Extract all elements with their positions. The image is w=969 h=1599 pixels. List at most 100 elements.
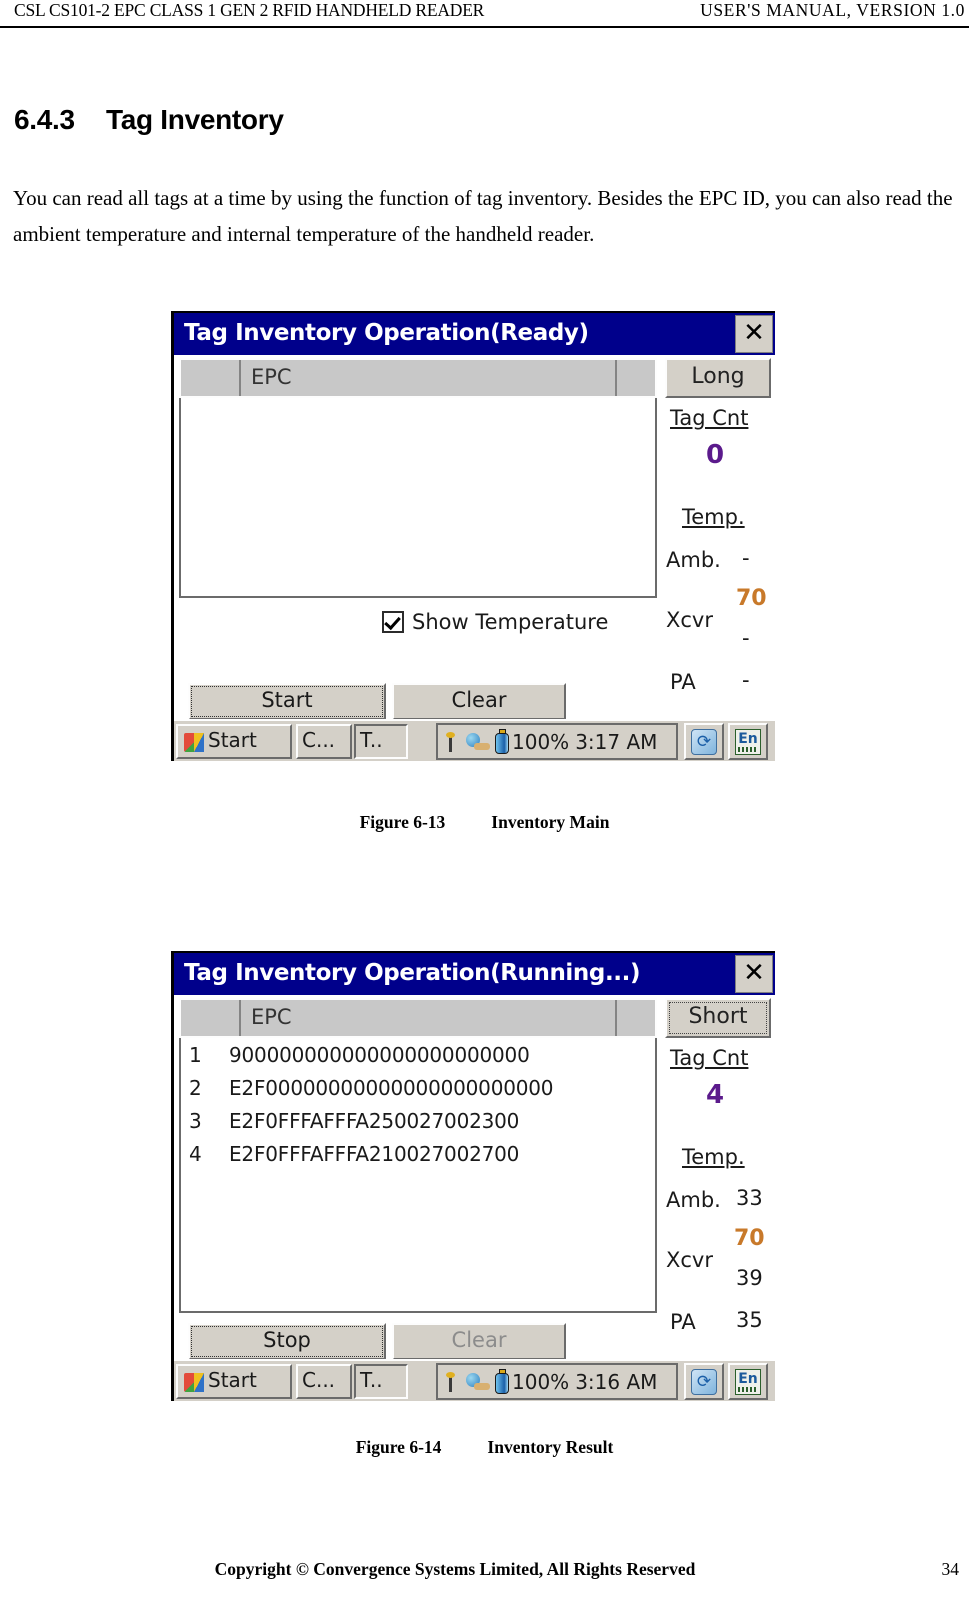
stop-button[interactable]: Stop <box>188 1323 386 1360</box>
column-header-index[interactable] <box>181 1000 241 1036</box>
tag-count-value: 4 <box>706 1080 725 1110</box>
refresh-tray-button[interactable]: ⟳ <box>684 1363 724 1400</box>
clear-button: Clear <box>392 1323 566 1360</box>
figure-inventory-main-screenshot: Tag Inventory Operation(Ready) ✕ EPC Lon… <box>171 311 775 761</box>
start-button[interactable]: Start <box>188 683 386 720</box>
tag-row-epc: 900000000000000000000000 <box>229 1042 530 1067</box>
page-title: 6.4.3 Tag Inventory <box>14 104 284 136</box>
table-row[interactable]: 2 E2F00000000000000000000000 <box>181 1071 655 1104</box>
column-header-index[interactable] <box>181 360 241 396</box>
tag-count-value: 0 <box>706 440 725 470</box>
network-icon <box>464 1370 492 1394</box>
body-paragraph: You can read all tags at a time by using… <box>13 186 953 246</box>
start-menu-button[interactable]: Start <box>176 724 292 759</box>
battery-icon <box>494 728 511 755</box>
xcvr-temp-label: Xcvr <box>666 1248 713 1272</box>
column-header-epc[interactable]: EPC <box>241 1000 617 1036</box>
xcvr-temp-label: Xcvr <box>666 608 713 632</box>
network-icon <box>464 730 492 754</box>
battery-percent: 100% <box>512 1369 570 1394</box>
ambient-temp-label: Amb. <box>666 1188 721 1212</box>
windows-flag-icon <box>184 1373 204 1392</box>
info-panel: Short Tag Cnt 4 Temp. Amb. 33 70 Xcvr 39… <box>664 998 772 1343</box>
tag-list-header: EPC <box>179 358 657 398</box>
figure-caption-2: Figure 6-14 Inventory Result <box>0 1437 969 1458</box>
section-title: Tag Inventory <box>106 104 284 135</box>
pa-temp-label: PA <box>670 670 696 694</box>
figure-caption-1-text: Inventory Main <box>491 812 610 832</box>
input-method-tray-button[interactable]: En <box>728 723 768 760</box>
header-right-text: USER'S MANUAL, VERSION 1.0 <box>700 0 965 20</box>
window-title: Tag Inventory Operation(Running...) <box>184 960 641 986</box>
close-icon[interactable]: ✕ <box>735 315 773 353</box>
temperature-label: Temp. <box>682 505 745 529</box>
window-titlebar: Tag Inventory Operation(Ready) ✕ <box>174 313 775 355</box>
column-header-spacer <box>617 360 655 396</box>
header-divider-rule <box>0 26 969 28</box>
tag-list-body[interactable]: 1 900000000000000000000000 2 E2F00000000… <box>179 1038 657 1313</box>
taskbar-task-1[interactable]: C... <box>296 1364 352 1399</box>
page-footer: Copyright © Convergence Systems Limited,… <box>0 1559 969 1585</box>
pa-temp-value: - <box>742 668 750 692</box>
xcvr-temp-value-bottom: 39 <box>736 1266 763 1290</box>
tag-row-index: 2 <box>189 1075 202 1100</box>
copyright-text: Copyright © Convergence Systems Limited,… <box>214 1559 696 1579</box>
window-title: Tag Inventory Operation(Ready) <box>184 320 589 346</box>
column-header-epc[interactable]: EPC <box>241 360 617 396</box>
input-method-icon: En <box>735 1369 761 1395</box>
clear-button[interactable]: Clear <box>392 683 566 720</box>
table-row[interactable]: 3 E2F0FFFAFFFA250027002300 <box>181 1104 655 1137</box>
tag-row-epc: E2F0FFFAFFFA250027002300 <box>229 1108 520 1133</box>
tag-list-body[interactable] <box>179 398 657 598</box>
range-mode-button[interactable]: Short <box>665 998 771 1038</box>
clock: 3:17 AM <box>575 729 658 754</box>
temperature-label: Temp. <box>682 1145 745 1169</box>
refresh-icon: ⟳ <box>691 729 717 755</box>
system-tray[interactable]: 100% 3:17 AM <box>436 723 678 760</box>
show-temperature-label: Show Temperature <box>412 610 609 634</box>
ambient-temp-value: 33 <box>736 1186 763 1210</box>
xcvr-temp-value-top: 70 <box>736 586 767 611</box>
battery-percent: 100% <box>512 729 570 754</box>
range-mode-button[interactable]: Long <box>665 358 771 398</box>
taskbar-task-1[interactable]: C... <box>296 724 352 759</box>
table-row[interactable]: 1 900000000000000000000000 <box>181 1038 655 1071</box>
tag-row-index: 1 <box>189 1042 202 1067</box>
column-header-spacer <box>617 1000 655 1036</box>
checkbox-icon[interactable] <box>382 611 404 633</box>
pa-temp-value: 35 <box>736 1308 763 1332</box>
close-icon[interactable]: ✕ <box>735 955 773 993</box>
figure-caption-2-label: Figure 6-14 <box>355 1437 442 1457</box>
tag-count-label: Tag Cnt <box>670 1046 749 1070</box>
tag-row-index: 4 <box>189 1141 202 1166</box>
refresh-tray-button[interactable]: ⟳ <box>684 723 724 760</box>
antenna-icon <box>442 730 462 754</box>
xcvr-temp-value-bottom: - <box>742 626 750 650</box>
window-titlebar: Tag Inventory Operation(Running...) ✕ <box>174 953 775 995</box>
clock: 3:16 AM <box>575 1369 658 1394</box>
figure-caption-1-label: Figure 6-13 <box>359 812 446 832</box>
info-panel: Long Tag Cnt 0 Temp. Amb. - 70 Xcvr - PA… <box>664 358 772 703</box>
start-menu-button[interactable]: Start <box>176 1364 292 1399</box>
start-menu-label: Start <box>208 1368 257 1392</box>
section-number: 6.4.3 <box>14 104 75 135</box>
figure-caption-2-text: Inventory Result <box>487 1437 614 1457</box>
show-temperature-checkbox-row[interactable]: Show Temperature <box>382 610 608 634</box>
tag-row-index: 3 <box>189 1108 202 1133</box>
taskbar-task-2[interactable]: T.. <box>354 724 408 759</box>
tag-list-header: EPC <box>179 998 657 1038</box>
antenna-icon <box>442 1370 462 1394</box>
start-menu-label: Start <box>208 728 257 752</box>
system-tray[interactable]: 100% 3:16 AM <box>436 1363 678 1400</box>
ambient-temp-label: Amb. <box>666 548 721 572</box>
refresh-icon: ⟳ <box>691 1369 717 1395</box>
taskbar: Start C... T.. 100% 3:17 AM ⟳ En <box>174 719 775 761</box>
input-method-tray-button[interactable]: En <box>728 1363 768 1400</box>
windows-flag-icon <box>184 733 204 752</box>
tag-row-epc: E2F0FFFAFFFA210027002700 <box>229 1141 520 1166</box>
figure-inventory-result-screenshot: Tag Inventory Operation(Running...) ✕ EP… <box>171 951 775 1401</box>
table-row[interactable]: 4 E2F0FFFAFFFA210027002700 <box>181 1137 655 1170</box>
battery-icon <box>494 1368 511 1395</box>
taskbar-task-2[interactable]: T.. <box>354 1364 408 1399</box>
tag-row-epc: E2F00000000000000000000000 <box>229 1075 554 1100</box>
